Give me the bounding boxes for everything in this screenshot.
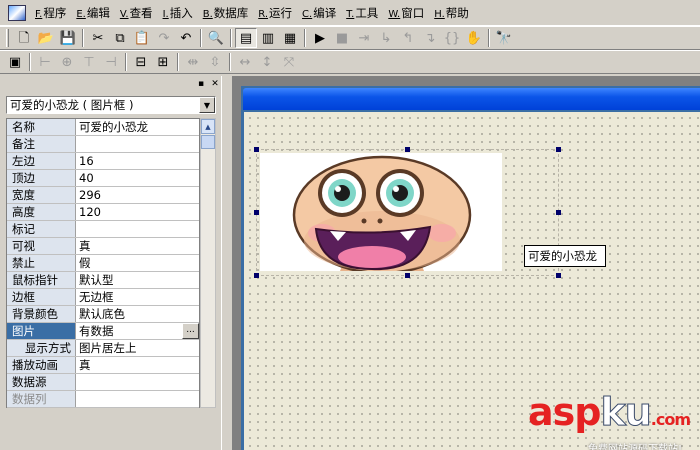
resize-handle[interactable] <box>556 273 561 278</box>
step-into-icon[interactable]: ↳ <box>375 28 397 48</box>
menu-bar: F.程序 E.编辑 V.查看 I.插入 B.数据库 R.运行 C.编译 T.工具… <box>0 0 700 26</box>
watermark-logo: aspku.com 免费网站源码下载站! <box>528 390 691 450</box>
scroll-up-icon[interactable]: ▲ <box>201 119 215 134</box>
ellipsis-button[interactable]: ... <box>182 323 199 339</box>
space-horizontal-icon[interactable]: ⇹ <box>182 52 204 72</box>
standard-toolbar: 🗋 📂 💾 ✂ ⧉ 📋 ↷ ↶ 🔍 ▤ ▥ ▦ ▶ ■ ⇥ ↳ ↰ ↴ {} ✋… <box>0 26 700 50</box>
resize-handle[interactable] <box>556 147 561 152</box>
property-row[interactable]: 可视真 <box>7 238 199 255</box>
property-row[interactable]: 宽度 296 <box>7 187 199 204</box>
property-row[interactable]: 高度 120 <box>7 204 199 221</box>
hand-icon[interactable]: ✋ <box>463 28 485 48</box>
dinosaur-face-image <box>292 155 472 275</box>
stop-icon[interactable]: ■ <box>331 28 353 48</box>
binoculars-icon[interactable]: 🔭 <box>493 28 515 48</box>
property-row[interactable]: 数据列 <box>7 391 199 408</box>
paste-icon[interactable]: 📋 <box>131 28 153 48</box>
layout-view-2-icon[interactable]: ▥ <box>257 28 279 48</box>
resize-handle[interactable] <box>405 273 410 278</box>
align-left-icon[interactable]: ⊢ <box>34 52 56 72</box>
property-row[interactable]: 播放动画真 <box>7 357 199 374</box>
property-row[interactable]: 显示方式 图片居左上 <box>7 340 199 357</box>
chevron-down-icon[interactable]: ▼ <box>199 97 215 113</box>
resize-handle[interactable] <box>254 147 259 152</box>
pin-icon[interactable]: ▪ <box>195 78 207 90</box>
property-scrollbar[interactable]: ▲ <box>200 118 216 408</box>
menu-edit[interactable]: E.编辑 <box>71 3 115 23</box>
align-right-icon[interactable]: ⊣ <box>100 52 122 72</box>
center-vertical-icon[interactable]: ⊞ <box>152 52 174 72</box>
property-row[interactable]: 禁止假 <box>7 255 199 272</box>
resize-handle[interactable] <box>254 210 259 215</box>
menu-compile[interactable]: C.编译 <box>297 3 341 23</box>
step-out-icon[interactable]: ↰ <box>397 28 419 48</box>
same-height-icon[interactable]: ↕ <box>256 52 278 72</box>
step-over-icon[interactable]: ⇥ <box>353 28 375 48</box>
layout-view-3-icon[interactable]: ▦ <box>279 28 301 48</box>
property-row[interactable]: 背景颜色 默认底色 <box>7 306 199 323</box>
app-icon <box>8 4 26 21</box>
resize-handle[interactable] <box>556 210 561 215</box>
menu-view[interactable]: V.查看 <box>115 3 158 23</box>
property-row[interactable]: 鼠标指针 默认型 <box>7 272 199 289</box>
menu-program[interactable]: F.程序 <box>30 3 71 23</box>
label-control[interactable]: 可爱的小恐龙 <box>524 245 606 267</box>
breakpoint-icon[interactable]: {} <box>441 28 463 48</box>
close-icon[interactable]: ✕ <box>209 78 221 90</box>
property-panel: ▪ ✕ 可爱的小恐龙 ( 图片框 ) ▼ 名称 可爱的小恐龙 备注 左边 16 顶边… <box>0 76 226 450</box>
redo-icon[interactable]: ↷ <box>153 28 175 48</box>
property-row[interactable]: 名称 可爱的小恐龙 <box>7 119 199 136</box>
form-title-bar[interactable] <box>243 88 700 110</box>
step-run-icon[interactable]: ↴ <box>419 28 441 48</box>
align-toolbar: ▣ ⊢ ⊕ ⊤ ⊣ ⊟ ⊞ ⇹ ⇳ ↔ ↕ ⤧ <box>0 50 700 74</box>
property-row[interactable]: 备注 <box>7 136 199 153</box>
resize-handle[interactable] <box>405 147 410 152</box>
object-selector[interactable]: 可爱的小恐龙 ( 图片框 ) ▼ <box>6 96 216 114</box>
property-row-selected[interactable]: 图片 有数据... <box>7 323 199 340</box>
property-grid: 名称 可爱的小恐龙 备注 左边 16 顶边 40 宽度 296 高度 120 标记 可视真… <box>6 118 200 408</box>
property-row[interactable]: 数据源 <box>7 374 199 391</box>
find-icon[interactable]: 🔍 <box>205 28 227 48</box>
align-top-icon[interactable]: ⊤ <box>78 52 100 72</box>
menu-database[interactable]: B.数据库 <box>198 3 254 23</box>
menu-insert[interactable]: I.插入 <box>158 3 198 23</box>
save-icon[interactable]: 💾 <box>57 28 79 48</box>
new-file-icon[interactable]: 🗋 <box>13 28 35 48</box>
same-size-icon[interactable]: ⤧ <box>278 52 300 72</box>
menu-run[interactable]: R.运行 <box>253 3 297 23</box>
menu-help[interactable]: H.帮助 <box>429 3 474 23</box>
scrollbar-thumb[interactable] <box>201 135 215 149</box>
form-icon[interactable]: ▣ <box>4 52 26 72</box>
align-hcenter-icon[interactable]: ⊕ <box>56 52 78 72</box>
property-row[interactable]: 边框 无边框 <box>7 289 199 306</box>
center-horizontal-icon[interactable]: ⊟ <box>130 52 152 72</box>
panel-splitter[interactable] <box>221 76 226 450</box>
undo-icon[interactable]: ↶ <box>175 28 197 48</box>
toolbar-grip[interactable] <box>6 29 9 47</box>
layout-view-1-icon[interactable]: ▤ <box>235 28 257 48</box>
same-width-icon[interactable]: ↔ <box>234 52 256 72</box>
menu-window[interactable]: W.窗口 <box>383 3 429 23</box>
menu-tools[interactable]: T.工具 <box>341 3 383 23</box>
copy-icon[interactable]: ⧉ <box>109 28 131 48</box>
panel-header: ▪ ✕ <box>0 76 225 92</box>
property-row[interactable]: 顶边 40 <box>7 170 199 187</box>
property-row[interactable]: 标记 <box>7 221 199 238</box>
open-folder-icon[interactable]: 📂 <box>35 28 57 48</box>
space-vertical-icon[interactable]: ⇳ <box>204 52 226 72</box>
resize-handle[interactable] <box>254 273 259 278</box>
picture-box-image[interactable] <box>260 153 502 275</box>
object-selector-value: 可爱的小恐龙 ( 图片框 ) <box>10 98 134 112</box>
run-icon[interactable]: ▶ <box>309 28 331 48</box>
cut-icon[interactable]: ✂ <box>87 28 109 48</box>
property-row[interactable]: 左边 16 <box>7 153 199 170</box>
